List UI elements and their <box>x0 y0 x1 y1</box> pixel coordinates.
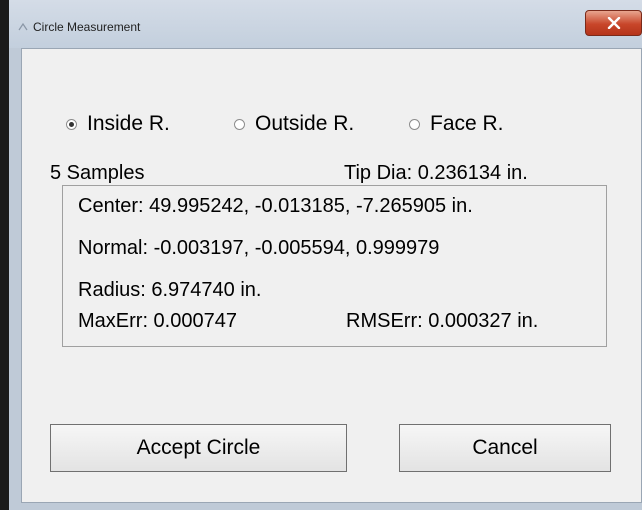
window-bottom-border <box>9 503 642 510</box>
radio-label-inside: Inside R. <box>87 112 170 135</box>
dialog-window: Circle Measurement Inside R. Outside R. … <box>9 0 642 510</box>
radio-button-outside[interactable] <box>234 118 245 130</box>
results-box: Center: 49.995242, -0.013185, -7.265905 … <box>62 185 607 347</box>
rms-error-value: RMSErr: 0.000327 in. <box>346 310 539 332</box>
radio-button-inside[interactable] <box>66 118 77 130</box>
radio-label-outside: Outside R. <box>255 112 355 135</box>
max-error-value: MaxErr: 0.000747 <box>78 310 237 332</box>
radio-label-face: Face R. <box>430 112 504 135</box>
app-icon <box>17 20 29 32</box>
title-bar[interactable]: Circle Measurement <box>9 0 642 48</box>
background-window-edge <box>0 0 9 510</box>
radio-button-face[interactable] <box>409 118 420 130</box>
close-button[interactable] <box>585 10 642 36</box>
window-title: Circle Measurement <box>33 20 141 34</box>
samples-count: 5 Samples <box>50 162 145 184</box>
accept-circle-button[interactable]: Accept Circle <box>50 424 347 472</box>
radio-outside-r[interactable]: Outside R. <box>234 112 354 136</box>
cancel-button[interactable]: Cancel <box>399 424 611 472</box>
center-value: Center: 49.995242, -0.013185, -7.265905 … <box>78 195 473 217</box>
radio-face-r[interactable]: Face R. <box>409 112 504 136</box>
normal-value: Normal: -0.003197, -0.005594, 0.999979 <box>78 237 440 259</box>
tip-diameter: Tip Dia: 0.236134 in. <box>344 162 528 184</box>
radio-inside-r[interactable]: Inside R. <box>66 112 170 136</box>
close-icon <box>607 17 621 29</box>
radius-value: Radius: 6.974740 in. <box>78 279 262 301</box>
dialog-content: Inside R. Outside R. Face R. 5 Samples T… <box>21 48 642 503</box>
